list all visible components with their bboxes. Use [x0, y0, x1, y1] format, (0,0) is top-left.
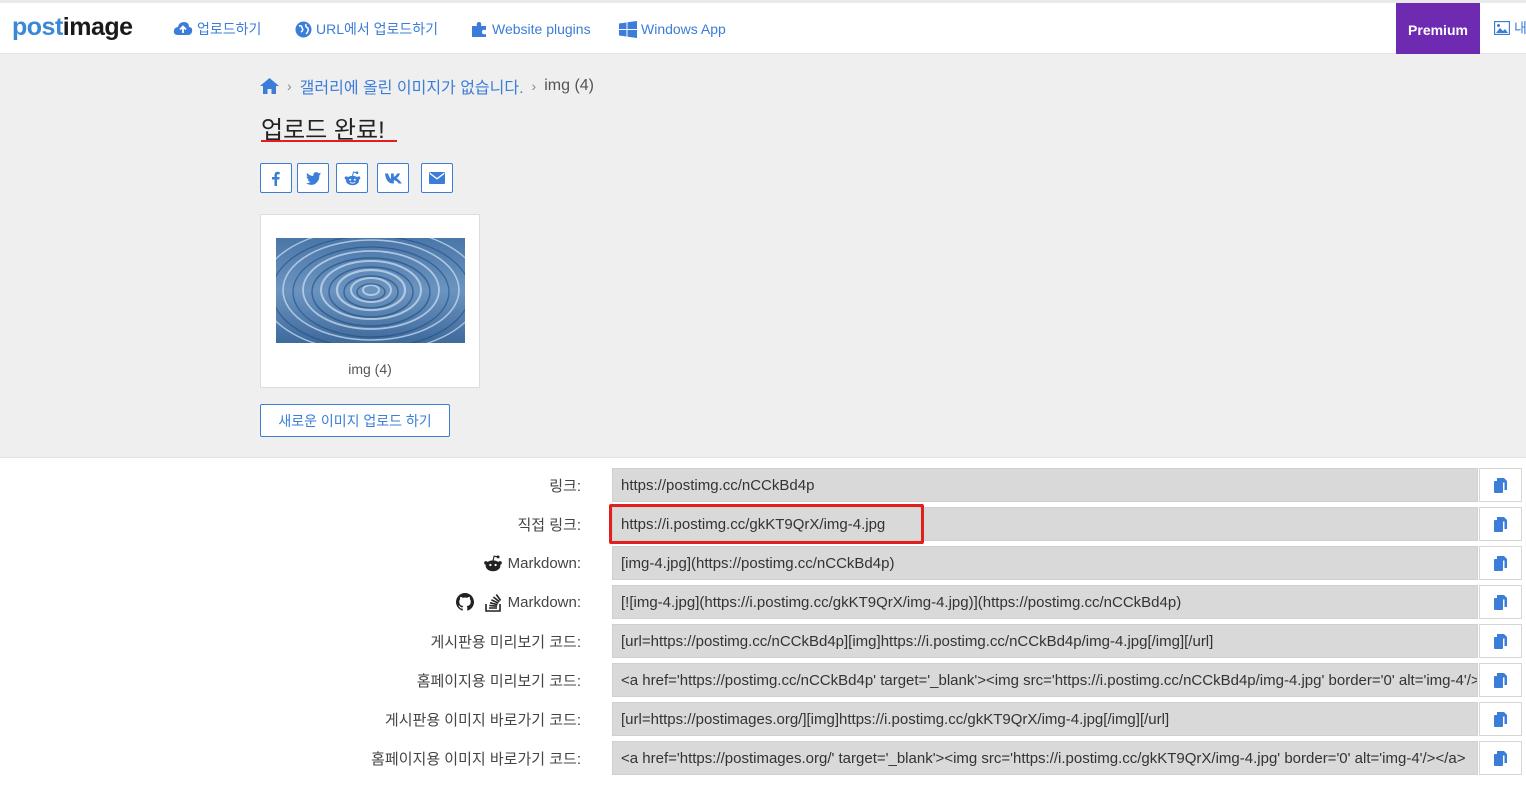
- forum-preview-code-field[interactable]: [url=https://postimg.cc/nCCkBd4p][img]ht…: [612, 624, 1478, 658]
- html-preview-code-field[interactable]: <a href='https://postimg.cc/nCCkBd4p' ta…: [612, 663, 1478, 697]
- vk-icon: [384, 173, 402, 183]
- copy-button[interactable]: [1479, 507, 1522, 541]
- html-shortcut-code-field[interactable]: <a href='https://postimages.org/' target…: [612, 741, 1478, 775]
- copy-icon: [1494, 672, 1507, 688]
- globe-icon: [295, 21, 312, 37]
- link-row-html-shortcut-code: 홈페이지용 이미지 바로가기 코드: <a href='https://posti…: [0, 741, 1526, 775]
- link-row-label: 직접 링크:: [517, 507, 581, 541]
- cloud-upload-icon: [173, 22, 193, 35]
- copy-button[interactable]: [1479, 741, 1522, 775]
- nav-upload-label: 업로드하기: [197, 21, 262, 37]
- share-twitter-button[interactable]: [297, 163, 329, 193]
- nav-windows-label: Windows App: [641, 21, 726, 37]
- nav-plugins-link[interactable]: Website plugins: [471, 18, 591, 40]
- link-row-label-text: Markdown:: [507, 554, 581, 572]
- facebook-icon: [272, 171, 280, 186]
- nav-my-images-label: 내: [1514, 20, 1526, 36]
- copy-button[interactable]: [1479, 624, 1522, 658]
- postimage-logo[interactable]: postimage: [12, 13, 133, 42]
- share-email-button[interactable]: [421, 163, 453, 193]
- forum-shortcut-code-field[interactable]: [url=https://postimages.org/][img]https:…: [612, 702, 1478, 736]
- new-upload-button[interactable]: 새로운 이미지 업로드 하기: [260, 404, 450, 437]
- copy-icon: [1494, 750, 1507, 766]
- github-icon: [455, 593, 474, 611]
- copy-button[interactable]: [1479, 585, 1522, 619]
- share-facebook-button[interactable]: [260, 163, 292, 193]
- windows-icon: [619, 20, 637, 38]
- nav-url-upload-label: URL에서 업로드하기: [316, 21, 439, 37]
- uploaded-image-thumbnail[interactable]: [276, 238, 465, 343]
- link-row-label-text: 링크:: [549, 477, 581, 495]
- upload-result-panel: › 갤러리에 올린 이미지가 없습니다. › img (4) 업로드 완료! i…: [0, 54, 1526, 458]
- link-row-label: Markdown:: [455, 585, 581, 619]
- share-vk-button[interactable]: [377, 163, 409, 193]
- premium-button[interactable]: Premium: [1396, 3, 1480, 56]
- copy-button[interactable]: [1479, 546, 1522, 580]
- link-row-label-text: 홈페이지용 미리보기 코드:: [416, 672, 581, 690]
- link-row-label: 홈페이지용 미리보기 코드:: [417, 663, 581, 697]
- link-row-label-text: 게시판용 미리보기 코드:: [430, 633, 581, 651]
- puzzle-icon: [472, 21, 486, 37]
- breadcrumb-gallery-link[interactable]: 갤러리에 올린 이미지가 없습니다.: [300, 74, 524, 98]
- link-row-label: 게시판용 미리보기 코드:: [430, 624, 581, 658]
- copy-icon: [1494, 633, 1507, 649]
- link-row-link: 링크: https://postimg.cc/nCCkBd4p: [0, 468, 1526, 502]
- title-annotation-underline: [261, 140, 397, 142]
- link-row-forum-preview-code: 게시판용 미리보기 코드: [url=https://postimg.cc/nCC…: [0, 624, 1526, 658]
- link-row-label: Markdown:: [483, 546, 581, 580]
- link-row-label: 링크:: [549, 468, 581, 502]
- direct-link-field[interactable]: https://i.postimg.cc/gkKT9QrX/img-4.jpg: [612, 507, 1478, 541]
- nav-upload-link[interactable]: 업로드하기: [173, 18, 261, 40]
- link-row-markdown-reddit: Markdown: [img-4.jpg](https://postimg.cc/…: [0, 546, 1526, 580]
- link-row-label-text: Markdown:: [507, 593, 581, 611]
- nav-plugins-label: Website plugins: [492, 21, 591, 37]
- breadcrumb: › 갤러리에 올린 이미지가 없습니다. › img (4): [260, 74, 594, 98]
- chevron-right-icon: ›: [531, 78, 537, 94]
- thumbnail-card[interactable]: img (4): [260, 214, 480, 388]
- twitter-icon: [305, 171, 321, 185]
- nav-windows-link[interactable]: Windows App: [619, 18, 726, 40]
- thumbnail-caption: img (4): [348, 361, 392, 377]
- email-icon: [429, 172, 445, 184]
- copy-icon: [1494, 516, 1507, 532]
- link-row-markdown-github: Markdown: [![img-4.jpg](https://i.postimg…: [0, 585, 1526, 619]
- link-row-label: 홈페이지용 이미지 바로가기 코드:: [371, 741, 581, 775]
- share-reddit-button[interactable]: [336, 163, 368, 193]
- copy-button[interactable]: [1479, 663, 1522, 697]
- link-row-direct-link: 직접 링크: https://i.postimg.cc/gkKT9QrX/img-…: [0, 507, 1526, 541]
- copy-button[interactable]: [1479, 468, 1522, 502]
- markdown-reddit-field[interactable]: [img-4.jpg](https://postimg.cc/nCCkBd4p): [612, 546, 1478, 580]
- top-navbar: postimage 업로드하기 URL에서 업로드하기 Website plug…: [0, 0, 1526, 56]
- copy-button[interactable]: [1479, 702, 1522, 736]
- stackoverflow-icon: [484, 594, 501, 612]
- copy-icon: [1494, 711, 1507, 727]
- link-row-forum-shortcut-code: 게시판용 이미지 바로가기 코드: [url=https://postimages…: [0, 702, 1526, 736]
- link-field[interactable]: https://postimg.cc/nCCkBd4p: [612, 468, 1478, 502]
- link-row-label-text: 게시판용 이미지 바로가기 코드:: [384, 711, 581, 729]
- copy-icon: [1494, 477, 1507, 493]
- nav-my-images-link[interactable]: 내: [1494, 18, 1526, 38]
- chevron-right-icon: ›: [287, 78, 292, 94]
- link-row-html-preview-code: 홈페이지용 미리보기 코드: <a href='https://postimg.c…: [0, 663, 1526, 697]
- link-row-label: 게시판용 이미지 바로가기 코드:: [385, 702, 581, 736]
- reddit-icon: [483, 554, 502, 571]
- nav-url-upload-link[interactable]: URL에서 업로드하기: [295, 18, 438, 40]
- copy-icon: [1494, 555, 1507, 571]
- home-icon[interactable]: [260, 78, 279, 94]
- breadcrumb-current: img (4): [544, 77, 594, 94]
- markdown-github-field[interactable]: [![img-4.jpg](https://i.postimg.cc/gkKT9…: [612, 585, 1478, 619]
- link-row-label-text: 홈페이지용 이미지 바로가기 코드:: [371, 750, 581, 768]
- reddit-icon: [344, 170, 360, 185]
- link-row-label-text: 직접 링크:: [517, 516, 581, 534]
- image-icon: [1494, 21, 1510, 35]
- copy-icon: [1494, 594, 1507, 610]
